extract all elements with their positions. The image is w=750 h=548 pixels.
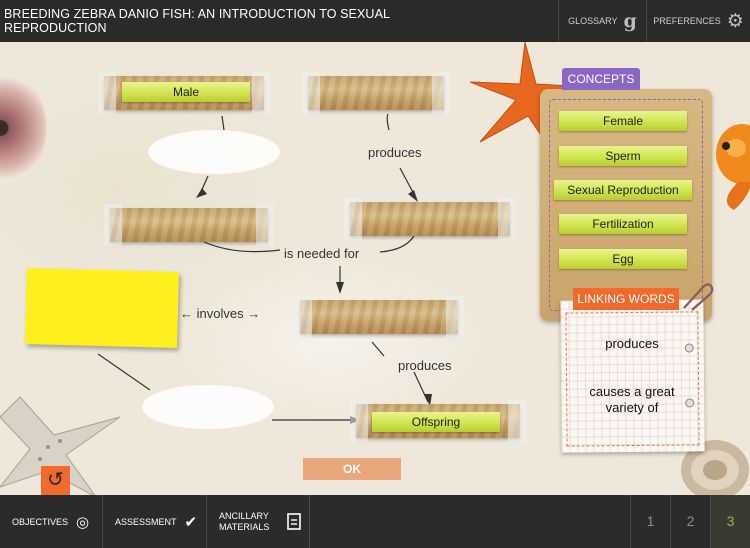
page-button-2[interactable]: 2: [670, 495, 710, 548]
paperclip-icon: [683, 283, 714, 311]
target-icon: ◎: [76, 513, 90, 531]
concept-node-offspring[interactable]: Offspring: [350, 400, 526, 442]
header-bar: BREEDING ZEBRA DANIO FISH: AN INTRODUCTI…: [0, 0, 750, 42]
reset-icon: ↺: [47, 469, 64, 491]
link-label[interactable]: produces: [398, 358, 451, 373]
objectives-label: OBJECTIVES: [12, 516, 69, 527]
linking-words-tab: LINKING WORDS: [573, 288, 679, 310]
objectives-button[interactable]: OBJECTIVES ◎: [0, 495, 103, 548]
ancillary-label: ANCILLARY MATERIALS: [219, 510, 270, 532]
document-icon: [287, 513, 301, 530]
empty-link-target[interactable]: [142, 385, 274, 429]
involves-link[interactable]: ← involves →: [180, 306, 260, 321]
preferences-label: PREFERENCES: [653, 16, 721, 26]
concept-chip[interactable]: Offspring: [372, 412, 500, 432]
footer-bar: OBJECTIVES ◎ ASSESSMENT ✔ ANCILLARY MATE…: [0, 495, 750, 548]
arrow-left-icon: ←: [180, 306, 193, 321]
page-title: BREEDING ZEBRA DANIO FISH: AN INTRODUCTI…: [4, 7, 390, 35]
assessment-button[interactable]: ASSESSMENT ✔: [103, 495, 207, 548]
ok-button[interactable]: OK: [303, 458, 401, 480]
linking-word[interactable]: causes a great variety of: [572, 384, 692, 416]
concept-node-empty[interactable]: [294, 296, 464, 338]
concept-chip[interactable]: Fertilization: [559, 214, 687, 234]
reset-button[interactable]: ↺: [41, 466, 70, 495]
concept-map-stage: Male Offspring produces is needed for ← …: [0, 42, 750, 495]
concept-chip[interactable]: Female: [559, 111, 687, 131]
checkmark-icon: ✔: [184, 513, 198, 531]
concept-chip[interactable]: Male: [122, 82, 250, 102]
concept-chip[interactable]: Egg: [559, 249, 687, 269]
glossary-label: GLOSSARY: [568, 16, 618, 26]
assessment-label: ASSESSMENT: [115, 516, 177, 527]
link-label: involves: [196, 306, 244, 321]
g-icon: g: [623, 10, 637, 32]
concept-node-empty[interactable]: [104, 204, 274, 246]
empty-link-target[interactable]: [148, 130, 280, 174]
link-label[interactable]: produces: [368, 145, 421, 160]
arrow-right-icon: →: [247, 306, 261, 321]
linking-word[interactable]: produces: [572, 336, 692, 352]
gear-icon: ⚙: [726, 10, 744, 32]
concept-node-male[interactable]: Male: [98, 72, 270, 114]
page-button-1[interactable]: 1: [630, 495, 670, 548]
preferences-button[interactable]: PREFERENCES ⚙: [646, 0, 750, 42]
linking-words-panel: [560, 299, 705, 453]
concept-node-empty[interactable]: [344, 198, 516, 240]
page-button-3[interactable]: 3: [710, 495, 750, 548]
concept-chip[interactable]: Sperm: [559, 146, 687, 166]
glossary-button[interactable]: GLOSSARY g: [558, 0, 646, 42]
concept-chip[interactable]: Sexual Reproduction: [554, 180, 692, 200]
concept-node-empty[interactable]: [302, 72, 450, 114]
link-label[interactable]: is needed for: [284, 246, 359, 261]
sticky-note[interactable]: [25, 268, 179, 348]
ancillary-materials-button[interactable]: ANCILLARY MATERIALS: [207, 495, 310, 548]
concepts-tab: CONCEPTS: [562, 68, 640, 90]
